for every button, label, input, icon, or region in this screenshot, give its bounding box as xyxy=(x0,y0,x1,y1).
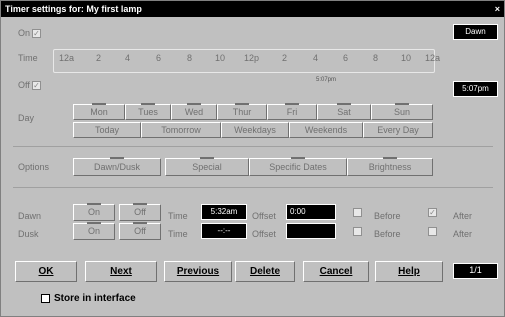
cancel-button[interactable]: Cancel xyxy=(303,261,369,282)
dawn-after-label: After xyxy=(453,211,473,221)
close-icon[interactable]: × xyxy=(495,1,500,17)
day-sat-button[interactable]: Sat xyxy=(317,103,371,120)
tick-label: 6 xyxy=(156,53,162,63)
help-button[interactable]: Help xyxy=(375,261,443,282)
on-time-box: Dawn xyxy=(453,24,498,40)
previous-button[interactable]: Previous xyxy=(164,261,232,282)
dusk-after-checkbox[interactable] xyxy=(428,227,437,236)
dusk-before-checkbox[interactable] xyxy=(353,227,362,236)
tick-label: 4 xyxy=(313,53,319,63)
day-tues-button[interactable]: Tues xyxy=(125,103,171,120)
tick-label: 8 xyxy=(187,53,193,63)
next-button[interactable]: Next xyxy=(85,261,157,282)
day-label: Day xyxy=(18,113,35,123)
dusk-time-label: Time xyxy=(168,229,188,239)
dawn-before-label: Before xyxy=(374,211,401,221)
ok-button[interactable]: OK xyxy=(15,261,77,282)
dusk-offset-label: Offset xyxy=(252,229,276,239)
store-in-interface-label: Store in interface xyxy=(54,293,136,304)
tomorrow-button[interactable]: Tomorrow xyxy=(141,122,221,138)
separator xyxy=(13,146,493,147)
tick-label: 6 xyxy=(343,53,349,63)
dusk-off-button[interactable]: Off xyxy=(119,222,161,240)
options-label: Options xyxy=(18,162,50,172)
dusk-on-button[interactable]: On xyxy=(73,222,115,240)
day-fri-button[interactable]: Fri xyxy=(267,103,317,120)
dusk-after-label: After xyxy=(453,229,473,239)
today-button[interactable]: Today xyxy=(73,122,141,138)
option-special-button[interactable]: Special xyxy=(165,157,249,176)
dawn-offset-input[interactable]: 0:00 xyxy=(286,204,336,220)
dusk-before-label: Before xyxy=(374,229,401,239)
dusk-time-value: --:-- xyxy=(201,223,247,239)
title-bar: Timer settings for: My first lamp × xyxy=(1,1,504,17)
weekdays-button[interactable]: Weekdays xyxy=(221,122,289,138)
delete-button[interactable]: Delete xyxy=(235,261,295,282)
tick-label: 12p xyxy=(244,53,260,63)
dawn-before-checkbox[interactable] xyxy=(353,208,362,217)
day-thur-button[interactable]: Thur xyxy=(217,103,267,120)
option-dawn-dusk-button[interactable]: Dawn/Dusk xyxy=(73,157,161,176)
dusk-offset-input[interactable] xyxy=(286,223,336,239)
on-label: On xyxy=(18,28,31,38)
dawn-on-button[interactable]: On xyxy=(73,203,115,221)
separator xyxy=(13,187,493,188)
off-label: Off xyxy=(18,80,30,90)
off-time-marker[interactable]: 5:07pm xyxy=(316,77,336,83)
dawn-time-value: 5:32am xyxy=(201,204,247,220)
time-label: Time xyxy=(18,53,38,63)
off-time-box: 5:07pm xyxy=(453,81,498,97)
day-sun-button[interactable]: Sun xyxy=(371,103,433,120)
off-checkbox[interactable]: ✓ xyxy=(32,81,41,90)
tick-label: 4 xyxy=(125,53,131,63)
timer-settings-window: Timer settings for: My first lamp × On ✓… xyxy=(0,0,505,317)
window-title: Timer settings for: My first lamp xyxy=(5,4,142,14)
store-in-interface-checkbox[interactable] xyxy=(41,294,50,303)
dawn-label: Dawn xyxy=(18,211,42,221)
option-brightness-button[interactable]: Brightness xyxy=(347,157,433,176)
tick-label: 2 xyxy=(96,53,102,63)
tick-label: 2 xyxy=(282,53,288,63)
tick-label: 12a xyxy=(425,53,441,63)
dusk-label: Dusk xyxy=(18,229,39,239)
dawn-time-label: Time xyxy=(168,211,188,221)
day-wed-button[interactable]: Wed xyxy=(171,103,217,120)
on-checkbox[interactable]: ✓ xyxy=(32,29,41,38)
day-mon-button[interactable]: Mon xyxy=(73,103,125,120)
weekends-button[interactable]: Weekends xyxy=(289,122,363,138)
tick-label: 12a xyxy=(59,53,75,63)
dawn-after-checkbox[interactable]: ✓ xyxy=(428,208,437,217)
every-day-button[interactable]: Every Day xyxy=(363,122,433,138)
option-specific-dates-button[interactable]: Specific Dates xyxy=(249,157,347,176)
page-indicator: 1/1 xyxy=(453,263,498,279)
dawn-offset-label: Offset xyxy=(252,211,276,221)
dawn-off-button[interactable]: Off xyxy=(119,203,161,221)
tick-label: 10 xyxy=(401,53,412,63)
tick-label: 8 xyxy=(373,53,379,63)
tick-label: 10 xyxy=(215,53,226,63)
